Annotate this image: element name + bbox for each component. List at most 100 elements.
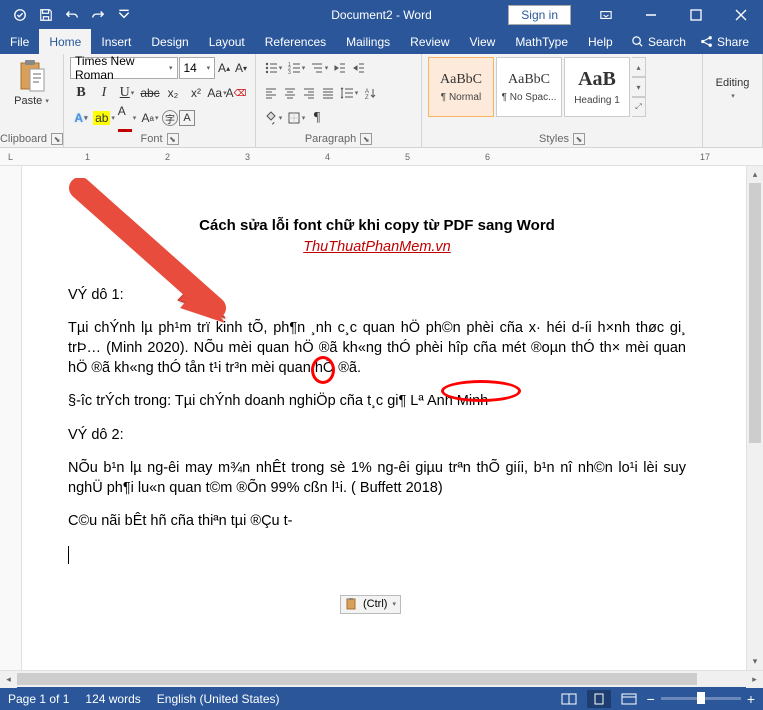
show-hide-icon[interactable]: ¶: [308, 107, 326, 129]
svg-text:Z: Z: [365, 95, 369, 99]
redo-icon[interactable]: [86, 4, 110, 26]
ribbon-display-icon[interactable]: [583, 0, 628, 29]
svg-text:3: 3: [288, 70, 291, 75]
vertical-ruler[interactable]: [0, 166, 22, 670]
doc-paragraph: Tµi chÝnh lµ ph¹m trï kinh tÕ, ph¶n ¸nh …: [68, 319, 686, 378]
scroll-left-icon[interactable]: ◂: [0, 671, 17, 688]
clipboard-icon: [345, 597, 359, 611]
decrease-indent-icon[interactable]: [331, 57, 349, 79]
scroll-up-icon[interactable]: ▴: [747, 166, 763, 183]
horizontal-ruler[interactable]: L 123 456 17: [0, 148, 763, 166]
scroll-right-icon[interactable]: ▸: [746, 671, 763, 688]
style-heading1[interactable]: AaBHeading 1: [564, 57, 630, 117]
tab-mathtype[interactable]: MathType: [505, 29, 578, 54]
subscript-button[interactable]: x₂: [162, 82, 184, 104]
style-no-spacing[interactable]: AaBbC¶ No Spac...: [496, 57, 562, 117]
style-expand[interactable]: ⤢: [632, 97, 646, 117]
undo-icon[interactable]: [60, 4, 84, 26]
text-effects-button[interactable]: A▾: [70, 107, 92, 129]
clipboard-label: Clipboard: [0, 133, 47, 145]
tab-references[interactable]: References: [255, 29, 336, 54]
paste-options-badge[interactable]: (Ctrl)▾: [340, 595, 401, 614]
editing-dropdown[interactable]: Editing▾: [716, 57, 750, 101]
tab-review[interactable]: Review: [400, 29, 459, 54]
zoom-in-button[interactable]: +: [747, 691, 755, 707]
sign-in-button[interactable]: Sign in: [508, 5, 571, 25]
font-dialog-launcher[interactable]: ⬊: [167, 133, 179, 145]
paste-button[interactable]: Paste▾: [10, 57, 53, 109]
bullets-icon[interactable]: ▾: [262, 57, 284, 79]
doc-paragraph: VÝ dô 1:: [68, 286, 686, 306]
status-language[interactable]: English (United States): [157, 692, 280, 706]
autosave-icon[interactable]: [8, 4, 32, 26]
character-border-icon[interactable]: A: [179, 110, 195, 126]
scroll-down-icon[interactable]: ▾: [747, 653, 763, 670]
tab-insert[interactable]: Insert: [91, 29, 141, 54]
qat-dropdown-icon[interactable]: [112, 4, 136, 26]
doc-paragraph: VÝ dô 2:: [68, 426, 686, 446]
tab-help[interactable]: Help: [578, 29, 623, 54]
zoom-out-button[interactable]: −: [647, 691, 655, 707]
italic-button[interactable]: I: [93, 82, 115, 104]
web-layout-icon[interactable]: [617, 690, 641, 708]
tab-view[interactable]: View: [460, 29, 506, 54]
align-left-icon[interactable]: [262, 82, 280, 104]
style-normal[interactable]: AaBbC¶ Normal: [428, 57, 494, 117]
zoom-slider[interactable]: [661, 697, 741, 700]
read-mode-icon[interactable]: [557, 690, 581, 708]
line-spacing-icon[interactable]: ▾: [338, 82, 360, 104]
paragraph-dialog-launcher[interactable]: ⬊: [360, 133, 372, 145]
align-center-icon[interactable]: [281, 82, 299, 104]
scroll-thumb-v[interactable]: [749, 183, 761, 443]
document-area[interactable]: Cách sửa lỗi font chữ khi copy từ PDF sa…: [22, 166, 746, 670]
share-button[interactable]: Share: [700, 35, 749, 49]
window-title: Document2 - Word: [331, 8, 431, 22]
multilevel-list-icon[interactable]: ▾: [308, 57, 330, 79]
scroll-thumb-h[interactable]: [17, 673, 697, 685]
borders-icon[interactable]: ▾: [285, 107, 307, 129]
decrease-font-icon[interactable]: A▾: [233, 57, 249, 79]
superscript-button[interactable]: x²: [185, 82, 207, 104]
underline-button[interactable]: U▾: [116, 82, 138, 104]
tab-design[interactable]: Design: [141, 29, 198, 54]
styles-dialog-launcher[interactable]: ⬊: [573, 133, 585, 145]
clipboard-dialog-launcher[interactable]: ⬊: [51, 133, 63, 145]
sort-icon[interactable]: AZ: [361, 82, 379, 104]
strikethrough-button[interactable]: abc: [139, 82, 161, 104]
save-icon[interactable]: [34, 4, 58, 26]
increase-font-icon[interactable]: A▴: [216, 57, 232, 79]
text-cursor: [68, 546, 69, 564]
maximize-icon[interactable]: [673, 0, 718, 29]
status-page[interactable]: Page 1 of 1: [8, 692, 69, 706]
change-case-button[interactable]: Aa▾: [208, 82, 226, 104]
tab-file[interactable]: File: [0, 29, 39, 54]
bold-button[interactable]: B: [70, 82, 92, 104]
increase-indent-icon[interactable]: [350, 57, 368, 79]
character-shading-icon[interactable]: Aa▾: [139, 107, 161, 129]
font-name-combo[interactable]: Times New Roman▾: [70, 57, 178, 79]
font-color-button[interactable]: A▾: [116, 107, 138, 129]
font-size-combo[interactable]: 14▾: [179, 57, 216, 79]
vertical-scrollbar[interactable]: ▴ ▾: [746, 166, 763, 670]
close-icon[interactable]: [718, 0, 763, 29]
clear-formatting-icon[interactable]: A⌫: [227, 82, 245, 104]
align-justify-icon[interactable]: [319, 82, 337, 104]
search-button[interactable]: Search: [631, 35, 686, 49]
horizontal-scrollbar[interactable]: ◂ ▸: [0, 670, 763, 687]
doc-paragraph: C©u nãi bÊt hñ cña thiªn tµi ®Çu t-: [68, 512, 686, 532]
style-scroll-down[interactable]: ▾: [632, 77, 646, 97]
minimize-icon[interactable]: [628, 0, 673, 29]
enclose-char-icon[interactable]: 字: [162, 110, 178, 126]
numbering-icon[interactable]: 123▾: [285, 57, 307, 79]
tab-mailings[interactable]: Mailings: [336, 29, 400, 54]
status-words[interactable]: 124 words: [85, 692, 140, 706]
tab-layout[interactable]: Layout: [199, 29, 255, 54]
align-right-icon[interactable]: [300, 82, 318, 104]
styles-label: Styles: [539, 133, 569, 145]
shading-icon[interactable]: ▾: [262, 107, 284, 129]
doc-paragraph: NÕu b¹n lµ ng-êi may m¾n nhÊt trong sè 1…: [68, 459, 686, 498]
style-scroll-up[interactable]: ▴: [632, 57, 646, 77]
print-layout-icon[interactable]: [587, 690, 611, 708]
highlight-button[interactable]: ab▾: [93, 107, 115, 129]
tab-home[interactable]: Home: [39, 29, 91, 54]
